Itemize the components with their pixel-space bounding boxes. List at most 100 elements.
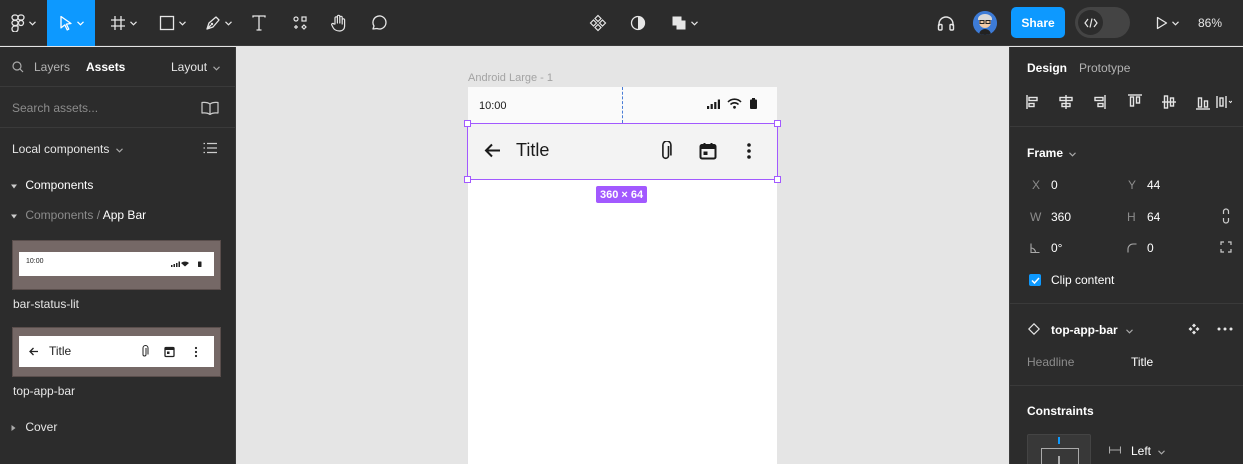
asset-search: Search assets... (0, 87, 236, 128)
mask-button[interactable] (624, 0, 652, 46)
x-input[interactable]: 0 (1051, 178, 1058, 192)
frame-label[interactable]: Android Large - 1 (468, 72, 553, 84)
audio-button[interactable] (932, 0, 960, 46)
avatar[interactable] (973, 11, 997, 35)
component-dropdown[interactable]: top-app-bar (1051, 323, 1133, 337)
figma-logo-icon (10, 14, 25, 32)
constraint-top-marker[interactable] (1058, 437, 1060, 444)
chevron-down-icon (129, 20, 137, 26)
chevron-down-icon (213, 66, 221, 71)
chevron-down-icon (1126, 329, 1133, 334)
w-input[interactable]: 360 (1051, 210, 1071, 224)
text-icon (252, 15, 266, 31)
chevron-down-icon (1171, 20, 1179, 26)
h-label: H (1127, 210, 1136, 224)
chevron-down-icon (115, 148, 123, 153)
boolean-union-icon (672, 16, 685, 30)
selection-outline[interactable] (464, 120, 781, 183)
search-icon[interactable] (12, 61, 24, 73)
rotation-input[interactable]: 0° (1051, 241, 1062, 255)
share-button[interactable]: Share (1011, 7, 1065, 38)
layout-dropdown[interactable]: Layout (171, 60, 221, 74)
radius-input[interactable]: 0 (1147, 241, 1154, 255)
components-header: Components (25, 178, 94, 192)
resources-button[interactable] (286, 0, 314, 46)
resize-handle-top-left[interactable] (464, 120, 471, 127)
dev-mode-knob (1078, 10, 1103, 35)
horizontal-constraint-dropdown[interactable]: Left (1131, 444, 1166, 458)
resize-handle-top-right[interactable] (774, 120, 781, 127)
preview-time: 10:00 (26, 258, 44, 265)
tab-layers[interactable]: Layers (34, 60, 70, 74)
align-tools-icons[interactable] (1026, 94, 1232, 110)
tab-prototype[interactable]: Prototype (1079, 61, 1130, 75)
canvas[interactable]: Android Large - 1 10:00 Title 360 × 64 (236, 47, 1009, 464)
constraints-header: Constraints (1027, 404, 1094, 418)
constrain-proportions-icon[interactable] (1222, 208, 1230, 224)
asset-name-bar-status-lit: bar-status-lit (13, 297, 80, 311)
dev-mode-toggle[interactable] (1075, 7, 1130, 38)
instance-diamond-icon (1028, 323, 1040, 335)
frame-section: Frame X 0 Y 44 W 360 H 64 0° 0 Clip cont… (1010, 127, 1243, 304)
component-diamond-icon (589, 14, 607, 32)
tab-design[interactable]: Design (1027, 61, 1067, 75)
h-input[interactable]: 64 (1147, 210, 1160, 224)
cover-label: Cover (25, 420, 58, 434)
comment-tool-button[interactable] (365, 0, 393, 46)
frame-header[interactable]: Frame (1027, 146, 1077, 160)
wifi-icon (727, 98, 742, 109)
go-to-main-component-icon[interactable] (1188, 323, 1200, 335)
rotation-icon (1030, 243, 1040, 253)
library-book-icon[interactable] (201, 101, 219, 115)
chevron-down-icon (76, 20, 84, 26)
constraints-widget[interactable] (1027, 434, 1091, 464)
toolbar: Share 86% (0, 0, 1243, 46)
cover-group[interactable]: Cover (11, 420, 57, 434)
tab-assets[interactable]: Assets (86, 60, 125, 74)
breadcrumb[interactable]: Components / App Bar (11, 208, 146, 222)
preview-action-icons (142, 345, 198, 358)
move-tool-button[interactable] (47, 0, 95, 46)
prop-headline-input[interactable]: Title (1131, 355, 1153, 369)
user-avatar-icon (973, 11, 997, 35)
shape-tool-button[interactable] (154, 0, 190, 46)
chevron-down-icon (690, 20, 698, 26)
component-name: top-app-bar (1051, 323, 1118, 337)
chevron-down-icon (1158, 450, 1166, 455)
asset-thumbnail-bar-status-lit[interactable]: 10:00 (12, 240, 221, 290)
local-components-dropdown[interactable]: Local components (12, 142, 123, 156)
resize-handle-bottom-right[interactable] (774, 176, 781, 183)
frame-hash-icon (110, 16, 125, 30)
text-tool-button[interactable] (245, 0, 273, 46)
search-input[interactable]: Search assets... (12, 101, 98, 115)
hand-tool-button[interactable] (325, 0, 353, 46)
local-components-label: Local components (12, 142, 110, 156)
components-group[interactable]: Components (11, 178, 93, 192)
list-view-icon[interactable] (203, 142, 217, 154)
asset-thumbnail-top-app-bar[interactable]: Title (12, 327, 221, 377)
triangle-down-icon (11, 184, 17, 189)
create-component-button[interactable] (584, 0, 612, 46)
breadcrumb-parent: Components (25, 208, 94, 222)
present-button[interactable] (1150, 0, 1184, 46)
boolean-ops-button[interactable] (664, 0, 704, 46)
main-menu-button[interactable] (0, 0, 46, 46)
y-input[interactable]: 44 (1147, 178, 1160, 192)
layout-label: Layout (171, 60, 208, 74)
independent-corners-icon[interactable] (1220, 241, 1232, 253)
play-icon (1156, 16, 1167, 30)
resize-handle-bottom-left[interactable] (464, 176, 471, 183)
more-horizontal-icon[interactable] (1217, 327, 1233, 331)
design-tabs-section: Design Prototype (1010, 47, 1243, 127)
status-time: 10:00 (479, 100, 507, 112)
zoom-dropdown[interactable]: 86% (1198, 0, 1222, 46)
frame-tool-button[interactable] (105, 0, 141, 46)
hand-icon (331, 14, 346, 32)
constraint-inner-box (1041, 448, 1079, 464)
constraint-center-marker[interactable] (1058, 456, 1060, 464)
w-label: W (1030, 210, 1042, 224)
headphones-icon (937, 16, 955, 31)
contrast-icon (630, 15, 646, 31)
clip-content-checkbox[interactable] (1029, 274, 1041, 286)
pen-tool-button[interactable] (200, 0, 236, 46)
